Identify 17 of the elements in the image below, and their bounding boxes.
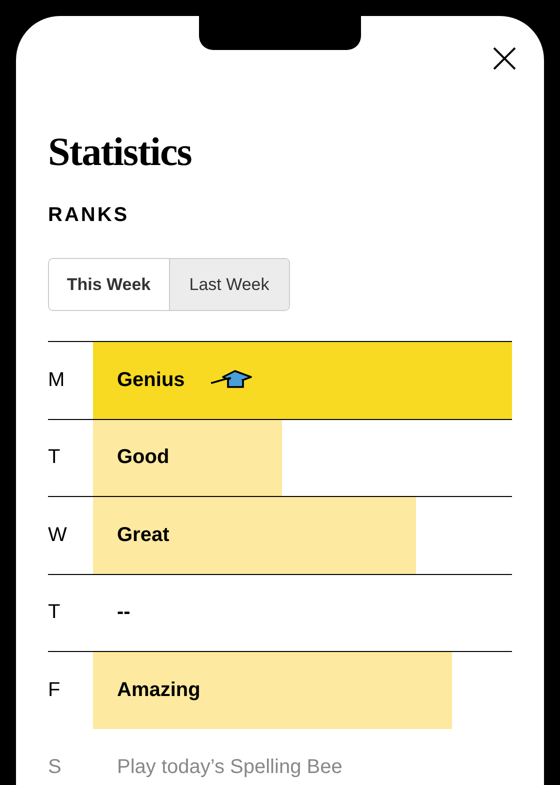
day-label: W [48,522,68,548]
play-link[interactable]: Play today’s Spelling Bee [117,756,342,779]
week-tab[interactable]: Last Week [168,259,289,310]
day-label: M [48,368,66,393]
rank-label: Great [117,524,170,547]
rank-label: Good [117,446,170,470]
close-button[interactable] [493,47,516,70]
day-label: S [48,754,62,780]
day-label: F [48,678,62,703]
page-title: Statistics [48,132,192,172]
section-heading: RANKS [48,205,130,225]
rank-label: Genius [117,368,185,392]
close-icon [493,47,516,70]
rank-label: Amazing [117,678,200,702]
day-label: T [48,600,62,626]
day-label: T [48,445,62,470]
rank-label: -- [117,601,130,624]
